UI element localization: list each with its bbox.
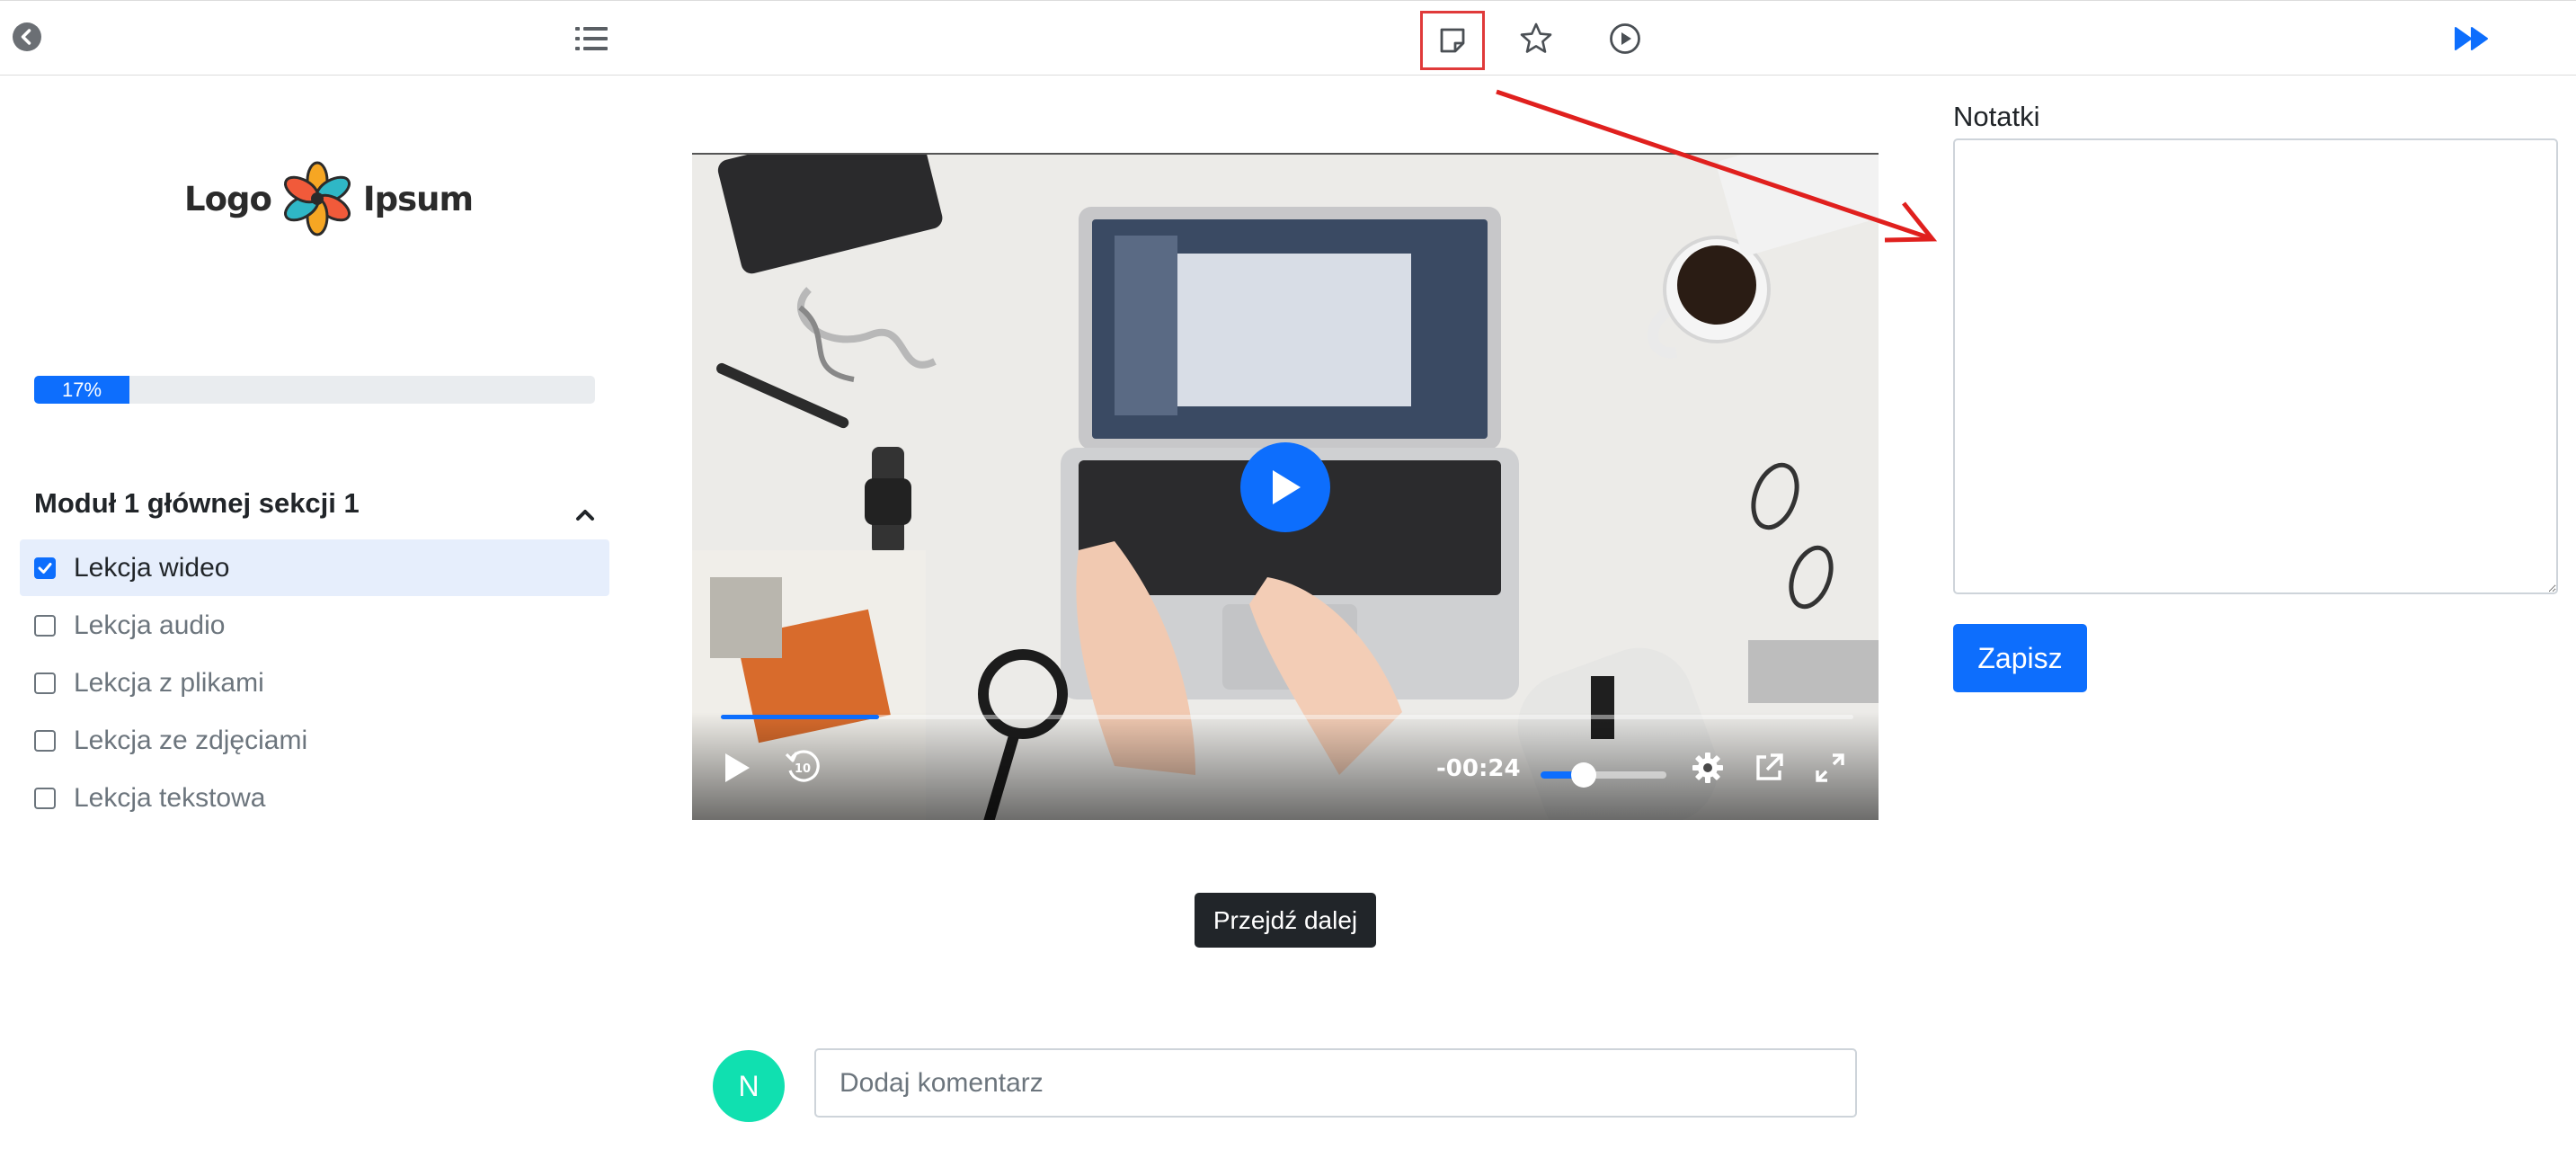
next-lesson-button[interactable]: [2450, 19, 2493, 58]
notes-button[interactable]: [1420, 11, 1485, 70]
save-button[interactable]: Zapisz: [1953, 624, 2087, 692]
lesson-checkbox[interactable]: [34, 729, 56, 752]
lesson-label: Lekcja wideo: [74, 552, 230, 583]
flower-logo-icon: [283, 161, 351, 236]
lesson-item-images[interactable]: Lekcja ze zdjęciami: [20, 712, 609, 769]
chevron-up-icon: [576, 510, 594, 521]
top-toolbar: [0, 0, 2576, 76]
back-button[interactable]: [11, 21, 43, 53]
lesson-label: Lekcja tekstowa: [74, 782, 266, 813]
list-icon: [575, 27, 608, 50]
note-icon: [1440, 28, 1465, 53]
logo: Logo Ipsum: [184, 160, 474, 237]
lesson-checkbox[interactable]: [34, 614, 56, 637]
lesson-item-text[interactable]: Lekcja tekstowa: [20, 770, 609, 826]
lesson-checkbox[interactable]: [34, 787, 56, 809]
lesson-item-video[interactable]: Lekcja wideo: [20, 539, 609, 596]
play-icon: [1273, 470, 1301, 504]
module-collapse-toggle[interactable]: [572, 503, 599, 525]
lesson-label: Lekcja ze zdjęciami: [74, 725, 308, 755]
lesson-checkbox[interactable]: [34, 672, 56, 694]
checkmark-icon: [38, 562, 52, 574]
module-title[interactable]: Moduł 1 głównej sekcji 1: [34, 487, 360, 520]
notes-label: Notatki: [1953, 101, 2040, 132]
lesson-item-files[interactable]: Lekcja z plikami: [20, 655, 609, 711]
logo-text-left: Logo: [184, 179, 272, 218]
fast-forward-icon: [2455, 27, 2488, 50]
back-circle-icon: [13, 22, 41, 51]
comment-input[interactable]: [814, 1048, 1857, 1118]
video-player[interactable]: [692, 153, 1879, 820]
course-progress-bar: 17%: [34, 376, 595, 404]
lesson-item-audio[interactable]: Lekcja audio: [20, 597, 609, 654]
table-of-contents-button[interactable]: [572, 19, 611, 58]
lesson-checkbox[interactable]: [34, 557, 56, 579]
video-controls-bar: [692, 712, 1879, 820]
progress-fill: 17%: [34, 376, 130, 404]
avatar: N: [713, 1050, 785, 1122]
big-play-button[interactable]: [1240, 442, 1330, 532]
logo-text-right: Ipsum: [362, 179, 474, 218]
play-circle-icon: [1610, 23, 1640, 54]
star-icon: [1520, 22, 1552, 53]
favorite-button[interactable]: [1513, 19, 1559, 58]
notes-textarea[interactable]: [1953, 138, 2558, 594]
lesson-label: Lekcja z plikami: [74, 667, 264, 698]
lesson-label: Lekcja audio: [74, 610, 226, 640]
next-button[interactable]: Przejdź dalej: [1195, 893, 1376, 948]
autoplay-button[interactable]: [1602, 19, 1648, 58]
